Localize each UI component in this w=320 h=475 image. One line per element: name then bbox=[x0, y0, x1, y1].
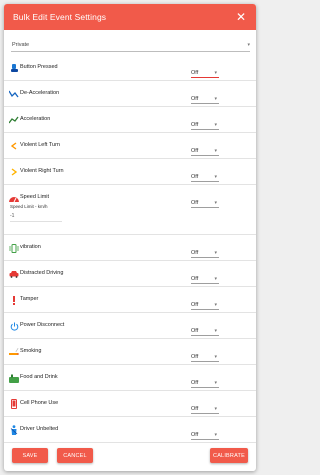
dialog-footer: SAVE CANCEL CALIBRATE bbox=[4, 441, 256, 471]
speed-limit-input[interactable]: -1 bbox=[10, 210, 62, 222]
event-select[interactable]: Off ▾ bbox=[191, 326, 219, 336]
seatbelt-icon bbox=[9, 425, 19, 435]
event-row-violent-right-turn: Violent Right Turn Off ▾ bbox=[4, 159, 256, 185]
event-row-smoking: Smoking Off ▾ bbox=[4, 339, 256, 365]
event-row-button-pressed: Button Pressed Off ▾ bbox=[4, 55, 256, 81]
event-select-value: Off bbox=[191, 406, 199, 412]
chevron-down-icon: ▾ bbox=[214, 148, 217, 154]
event-row-driver-unbelted: Driver Unbelted Off ▾ bbox=[4, 417, 256, 443]
dialog-header: Bulk Edit Event Settings ✕ bbox=[4, 4, 256, 30]
event-select[interactable]: Off ▾ bbox=[191, 404, 219, 414]
chevron-down-icon: ▾ bbox=[214, 328, 217, 334]
chevron-down-icon: ▾ bbox=[214, 406, 217, 412]
event-row-speed-limit: Speed Limit Off ▾ Speed Limit - km/h -1 bbox=[4, 185, 256, 235]
privacy-select[interactable]: Private ▾ bbox=[11, 38, 250, 52]
event-select-value: Off bbox=[191, 380, 199, 386]
event-select-value: Off bbox=[191, 276, 199, 282]
event-select-value: Off bbox=[191, 70, 199, 76]
save-button[interactable]: SAVE bbox=[12, 448, 48, 463]
right-turn-icon bbox=[9, 167, 19, 177]
chevron-down-icon: ▾ bbox=[214, 250, 217, 256]
chevron-down-icon: ▾ bbox=[214, 70, 217, 76]
event-label: Driver Unbelted bbox=[20, 426, 59, 432]
event-label: Food and Drink bbox=[20, 374, 58, 380]
acceleration-icon bbox=[9, 115, 19, 125]
cancel-button[interactable]: CANCEL bbox=[57, 448, 93, 463]
exclamation-icon bbox=[9, 295, 19, 305]
event-row-food-and-drink: Food and Drink Off ▾ bbox=[4, 365, 256, 391]
left-turn-icon bbox=[9, 141, 19, 151]
button-pressed-icon bbox=[9, 63, 19, 73]
event-select[interactable]: Off ▾ bbox=[191, 248, 219, 258]
chevron-down-icon: ▾ bbox=[214, 200, 217, 206]
event-select-value: Off bbox=[191, 432, 199, 438]
event-select-value: Off bbox=[191, 96, 199, 102]
vibration-icon bbox=[9, 243, 19, 253]
event-row-cell-phone-use: Cell Phone Use Off ▾ bbox=[4, 391, 256, 417]
calibrate-button[interactable]: CALIBRATE bbox=[210, 448, 248, 463]
phone-icon bbox=[9, 399, 19, 409]
event-select[interactable]: Off ▾ bbox=[191, 146, 219, 156]
chevron-down-icon: ▾ bbox=[214, 354, 217, 360]
chevron-down-icon: ▾ bbox=[214, 302, 217, 308]
event-select[interactable]: Off ▾ bbox=[191, 352, 219, 362]
chevron-down-icon: ▾ bbox=[247, 41, 250, 48]
event-row-vibration: vibration Off ▾ bbox=[4, 235, 256, 261]
event-select-value: Off bbox=[191, 328, 199, 334]
event-label: Button Pressed bbox=[20, 64, 58, 70]
chevron-down-icon: ▾ bbox=[214, 276, 217, 282]
event-label: Power Disconnect bbox=[20, 322, 65, 328]
bulk-edit-dialog: Bulk Edit Event Settings ✕ Private ▾ But… bbox=[4, 4, 256, 471]
event-row-power-disconnect: Power Disconnect Off ▾ bbox=[4, 313, 256, 339]
event-select-value: Off bbox=[191, 302, 199, 308]
event-row-distracted-driving: Distracted Driving Off ▾ bbox=[4, 261, 256, 287]
food-icon bbox=[9, 373, 19, 383]
privacy-value: Private bbox=[12, 41, 30, 48]
event-label: Distracted Driving bbox=[20, 270, 64, 276]
event-row-violent-left-turn: Violent Left Turn Off ▾ bbox=[4, 133, 256, 159]
chevron-down-icon: ▾ bbox=[214, 122, 217, 128]
event-label: Smoking bbox=[20, 348, 42, 354]
chevron-down-icon: ▾ bbox=[214, 432, 217, 438]
close-icon[interactable]: ✕ bbox=[236, 11, 246, 23]
event-label: vibration bbox=[20, 244, 41, 250]
event-label: De-Acceleration bbox=[20, 90, 60, 96]
event-select[interactable]: Off ▾ bbox=[191, 430, 219, 440]
event-select[interactable]: Off ▾ bbox=[191, 68, 219, 78]
event-select[interactable]: Off ▾ bbox=[191, 274, 219, 284]
event-row-acceleration: Acceleration Off ▾ bbox=[4, 107, 256, 133]
chevron-down-icon: ▾ bbox=[214, 174, 217, 180]
event-select-value: Off bbox=[191, 354, 199, 360]
dialog-title: Bulk Edit Event Settings bbox=[13, 12, 107, 22]
event-label: Tamper bbox=[20, 296, 39, 302]
event-settings-list: Button Pressed Off ▾ De-Acceleration Off… bbox=[4, 55, 256, 443]
event-select-value: Off bbox=[191, 148, 199, 154]
power-icon bbox=[9, 321, 19, 331]
event-label: Acceleration bbox=[20, 116, 51, 122]
chevron-down-icon: ▾ bbox=[214, 96, 217, 102]
event-select-value: Off bbox=[191, 174, 199, 180]
event-label: Cell Phone Use bbox=[20, 400, 59, 406]
chevron-down-icon: ▾ bbox=[214, 380, 217, 386]
event-row-tamper: Tamper Off ▾ bbox=[4, 287, 256, 313]
event-select-value: Off bbox=[191, 250, 199, 256]
speed-limit-sublabel: Speed Limit - km/h bbox=[10, 204, 48, 209]
speedometer-icon bbox=[9, 193, 19, 203]
event-label: Speed Limit bbox=[20, 194, 50, 200]
event-label: Violent Right Turn bbox=[20, 168, 64, 174]
car-icon bbox=[9, 269, 19, 279]
event-select-value: Off bbox=[191, 200, 199, 206]
smoking-icon bbox=[9, 347, 19, 357]
event-label: Violent Left Turn bbox=[20, 142, 60, 148]
event-select[interactable]: Off ▾ bbox=[191, 120, 219, 130]
event-select[interactable]: Off ▾ bbox=[191, 300, 219, 310]
event-select[interactable]: Off ▾ bbox=[191, 378, 219, 388]
event-select-value: Off bbox=[191, 122, 199, 128]
event-select[interactable]: Off ▾ bbox=[191, 198, 219, 208]
event-select[interactable]: Off ▾ bbox=[191, 94, 219, 104]
event-row-deceleration: De-Acceleration Off ▾ bbox=[4, 81, 256, 107]
event-select[interactable]: Off ▾ bbox=[191, 172, 219, 182]
deceleration-icon bbox=[9, 89, 19, 99]
